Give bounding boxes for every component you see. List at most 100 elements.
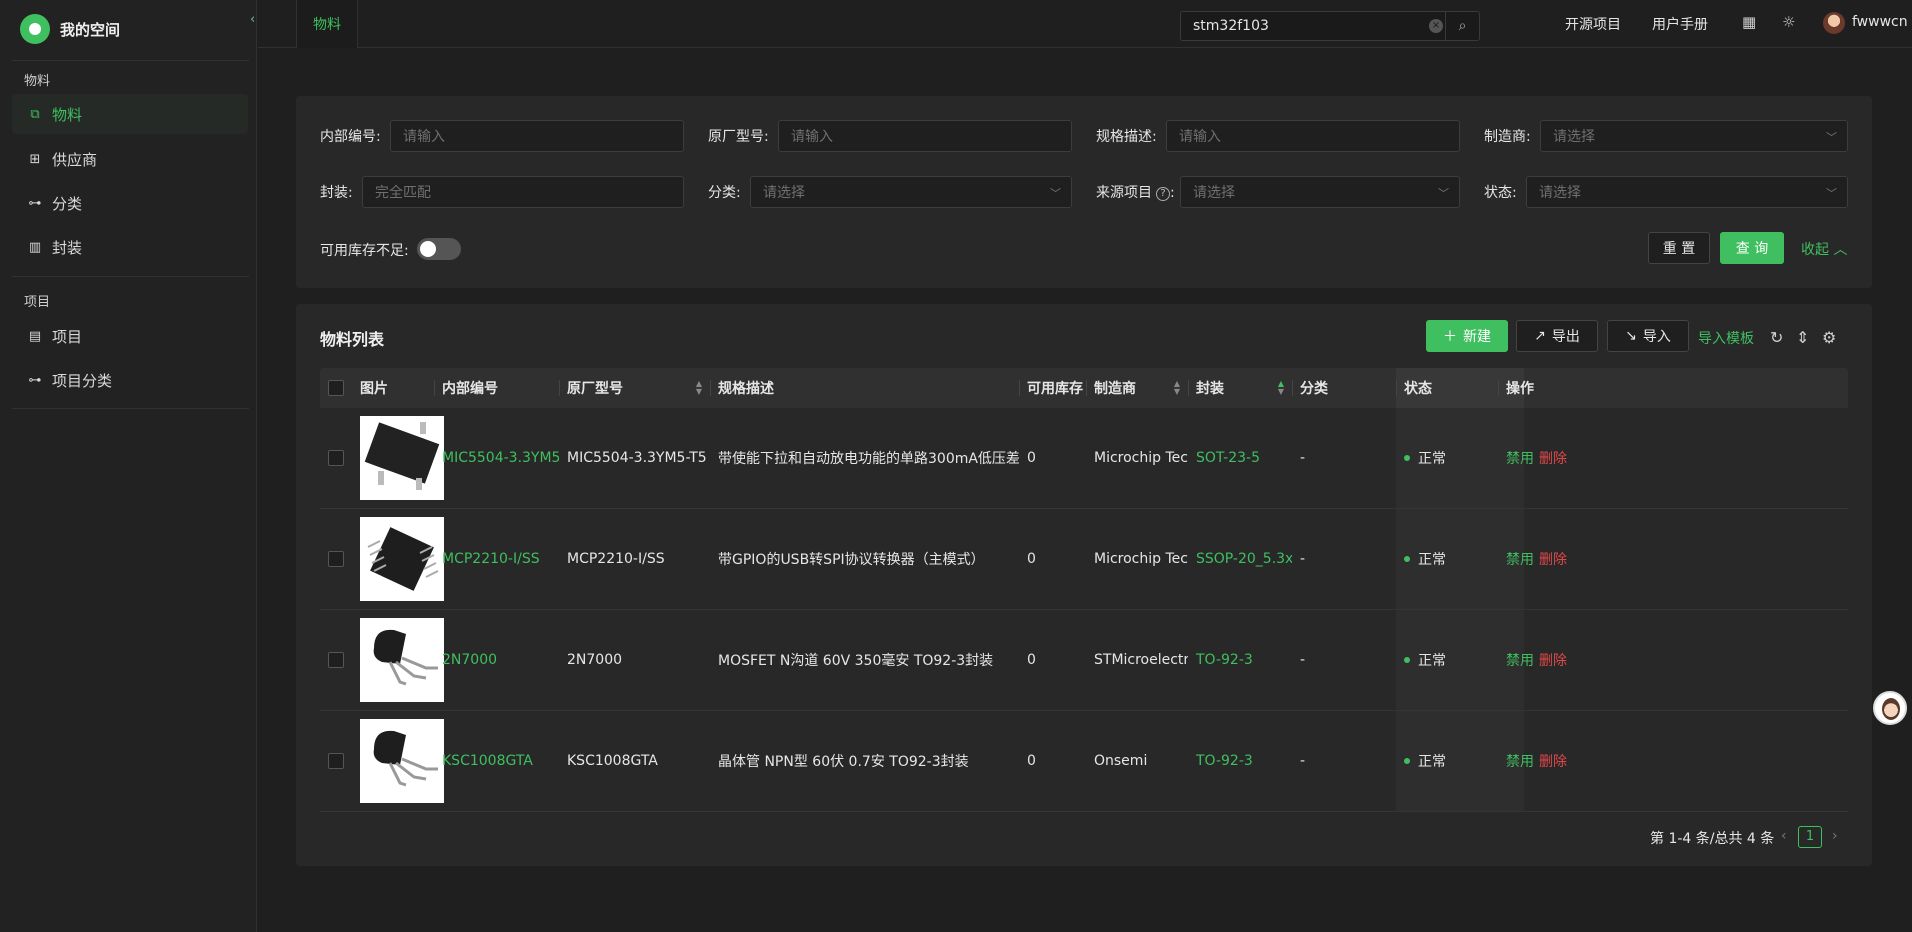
username[interactable]: fwwwcn bbox=[1852, 14, 1908, 30]
package-link[interactable]: SOT-23-5 bbox=[1188, 408, 1292, 508]
part-image-to92[interactable] bbox=[360, 618, 444, 702]
part-image-ssop20[interactable] bbox=[360, 517, 444, 601]
sidebar-item-label: 项目分类 bbox=[52, 371, 113, 390]
theme-sun-icon[interactable]: ☼ bbox=[1782, 13, 1795, 31]
source-project-select[interactable]: 请选择 ﹀ bbox=[1180, 176, 1460, 208]
col-package[interactable]: 封装 ▲ ▼ bbox=[1188, 368, 1292, 408]
global-search[interactable]: stm32f103 × ⌕ bbox=[1180, 11, 1480, 41]
sidebar-item-suppliers[interactable]: ⊞ 供应商 bbox=[12, 139, 248, 179]
spec-cell: 带GPIO的USB转SPI协议转换器（主模式） bbox=[718, 552, 985, 568]
row-checkbox-cell bbox=[320, 610, 352, 710]
col-internal-no: 内部编号 bbox=[434, 368, 559, 408]
chevron-left-icon[interactable]: ‹ bbox=[1781, 828, 1787, 844]
sidebar-item-projects[interactable]: ▤ 项目 bbox=[12, 316, 248, 356]
collapse-sidebar-icon[interactable]: ‹ bbox=[250, 12, 255, 27]
pager-page-1[interactable]: 1 bbox=[1798, 826, 1822, 848]
part-image-sot23-5[interactable] bbox=[360, 416, 444, 500]
status-select[interactable]: 请选择 ﹀ bbox=[1526, 176, 1848, 208]
brand[interactable]: 我的空间 bbox=[20, 12, 120, 46]
import-template-link[interactable]: 导入模板 bbox=[1698, 328, 1754, 348]
link-open-source[interactable]: 开源项目 bbox=[1565, 14, 1621, 34]
row-checkbox[interactable] bbox=[328, 753, 344, 769]
sidebar-item-project-categories[interactable]: ⊶ 项目分类 bbox=[12, 360, 248, 400]
row-checkbox-cell bbox=[320, 509, 352, 609]
package-input[interactable]: 完全匹配 bbox=[362, 176, 684, 208]
status-dot-icon bbox=[1404, 657, 1410, 663]
package-link[interactable]: SSOP-20_5.3x7.... bbox=[1188, 509, 1292, 609]
status-badge: 正常 bbox=[1396, 711, 1498, 811]
status-label: 正常 bbox=[1418, 552, 1446, 568]
avatar[interactable] bbox=[1823, 12, 1845, 34]
package-link[interactable]: TO-92-3 bbox=[1188, 711, 1292, 811]
new-button[interactable]: ＋ 新建 bbox=[1426, 320, 1508, 352]
category-select-placeholder: 请选择 bbox=[763, 185, 805, 201]
copy-icon: ⧉ bbox=[30, 106, 40, 122]
spec-cell: 带使能下拉和自动放电功能的单路300mA低压差稳压器 bbox=[718, 451, 1019, 467]
sidebar-item-packages[interactable]: ▥ 封装 bbox=[12, 227, 248, 267]
package-link[interactable]: TO-92-3 bbox=[1188, 610, 1292, 710]
import-button[interactable]: ↘ 导入 bbox=[1607, 320, 1689, 352]
low-stock-toggle[interactable] bbox=[417, 238, 461, 260]
delete-link[interactable]: 删除 bbox=[1531, 711, 1571, 811]
col-stock: 可用库存 bbox=[1019, 368, 1086, 408]
material-list-panel: 物料列表 ＋ 新建 ↗ 导出 ↘ 导入 导入模板 ↻ ⇕ ⚙ 图片 内部编号 原厂型号… bbox=[296, 304, 1872, 866]
manufacturer-select[interactable]: 请选择 ﹀ bbox=[1540, 120, 1848, 152]
collapse-filters-link[interactable]: 收起 ︿ bbox=[1801, 239, 1847, 259]
divider bbox=[12, 60, 249, 61]
clear-icon[interactable]: × bbox=[1429, 19, 1443, 33]
chevron-down-icon: ﹀ bbox=[1826, 187, 1837, 200]
sidebar-item-materials[interactable]: ⧉ 物料 bbox=[12, 94, 248, 134]
stock-cell: 0 bbox=[1027, 450, 1036, 466]
internal-no-input[interactable]: 请输入 bbox=[390, 120, 684, 152]
sidebar-item-categories[interactable]: ⊶ 分类 bbox=[12, 183, 248, 223]
col-manufacturer[interactable]: 制造商 ▲ ▼ bbox=[1086, 368, 1188, 408]
status-badge: 正常 bbox=[1396, 509, 1498, 609]
manufacturer-cell: Microchip Tech... bbox=[1094, 551, 1188, 567]
floating-assistant-avatar[interactable] bbox=[1873, 691, 1907, 725]
nav-group-title-materials: 物料 bbox=[24, 74, 51, 89]
search-input[interactable]: stm32f103 bbox=[1193, 18, 1269, 34]
row-checkbox[interactable] bbox=[328, 551, 344, 567]
stock-cell: 0 bbox=[1027, 753, 1036, 769]
chevron-right-icon[interactable]: › bbox=[1832, 828, 1838, 844]
row-checkbox[interactable] bbox=[328, 652, 344, 668]
delete-link[interactable]: 删除 bbox=[1531, 509, 1571, 609]
to92-package-image bbox=[373, 730, 438, 787]
delete-link[interactable]: 删除 bbox=[1531, 610, 1571, 710]
plus-icon: ＋ bbox=[1443, 329, 1457, 345]
language-icon[interactable]: ▦ bbox=[1742, 13, 1756, 31]
search-button[interactable]: ⌕ bbox=[1445, 12, 1479, 40]
row-checkbox-cell bbox=[320, 711, 352, 811]
settings-gear-icon[interactable]: ⚙ bbox=[1822, 328, 1836, 347]
chevron-down-icon: ﹀ bbox=[1438, 187, 1449, 200]
export-button[interactable]: ↗ 导出 bbox=[1516, 320, 1598, 352]
internal-no-link[interactable]: 2N7000 bbox=[434, 610, 559, 710]
chevron-down-icon: ﹀ bbox=[1826, 131, 1837, 144]
status-label: 正常 bbox=[1418, 451, 1446, 467]
category-select[interactable]: 请选择 ﹀ bbox=[750, 176, 1072, 208]
mfr-part-cell: MIC5504-3.3YM5-T5 bbox=[567, 450, 707, 466]
reload-icon[interactable]: ↻ bbox=[1770, 328, 1783, 347]
col-mfr-part[interactable]: 原厂型号 ▲ ▼ bbox=[559, 368, 710, 408]
link-user-manual[interactable]: 用户手册 bbox=[1652, 14, 1708, 34]
tab-materials[interactable]: 物料 bbox=[296, 0, 358, 48]
delete-link[interactable]: 删除 bbox=[1531, 408, 1571, 508]
reset-button[interactable]: 重 置 bbox=[1648, 232, 1710, 264]
query-button[interactable]: 查 询 bbox=[1720, 232, 1784, 264]
chip-icon: ▥ bbox=[28, 239, 42, 255]
col-mfr-part-label: 原厂型号 bbox=[567, 381, 623, 397]
sidebar-item-label: 供应商 bbox=[52, 150, 98, 169]
part-image-to92[interactable] bbox=[360, 719, 444, 803]
internal-no-link[interactable]: MIC5504-3.3YM5-T5 bbox=[434, 408, 559, 508]
column-height-icon[interactable]: ⇕ bbox=[1796, 328, 1809, 347]
status-badge: 正常 bbox=[1396, 408, 1498, 508]
help-icon[interactable]: ? bbox=[1156, 187, 1170, 201]
internal-no-link[interactable]: KSC1008GTA bbox=[434, 711, 559, 811]
select-all-checkbox[interactable] bbox=[328, 380, 344, 396]
internal-no-link[interactable]: MCP2210-I/SS bbox=[434, 509, 559, 609]
mfr-part-input[interactable]: 请输入 bbox=[778, 120, 1072, 152]
row-checkbox[interactable] bbox=[328, 450, 344, 466]
col-spec: 规格描述 bbox=[710, 368, 1019, 408]
sidebar-item-label: 分类 bbox=[52, 194, 83, 213]
spec-input[interactable]: 请输入 bbox=[1166, 120, 1460, 152]
